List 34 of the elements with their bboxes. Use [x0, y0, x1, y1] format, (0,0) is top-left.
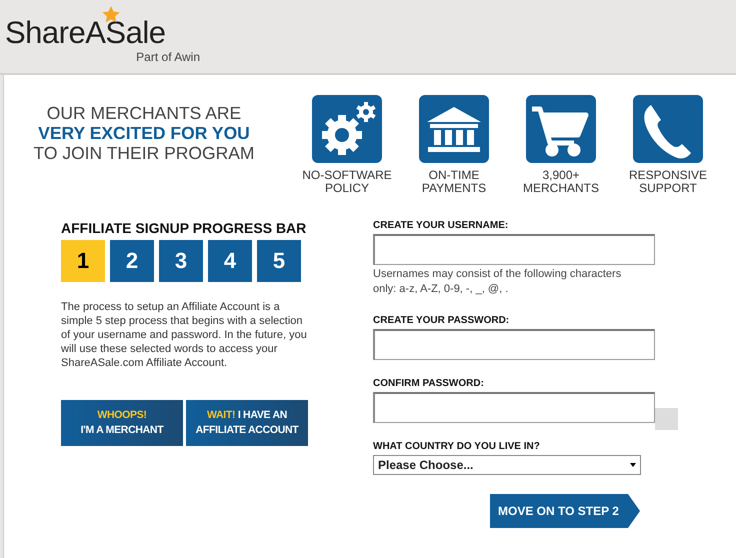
- logo: ShareASale: [5, 16, 166, 50]
- input-field[interactable]: [373, 392, 655, 423]
- field-label: WHAT COUNTRY DO YOU LIVE IN?: [373, 441, 541, 452]
- affiliate-account-button[interactable]: WAIT! I HAVE AN AFFILIATE ACCOUNT: [186, 400, 308, 446]
- progress-step: 4: [208, 240, 252, 282]
- progress-step: 1: [61, 240, 105, 282]
- input-field[interactable]: [373, 329, 655, 360]
- bank-icon: [419, 95, 489, 163]
- progress-title: AFFILIATE SIGNUP PROGRESS BAR: [61, 220, 308, 236]
- progress-step: 2: [110, 240, 154, 282]
- headline-text: OUR MERCHANTS ARE: [46, 103, 242, 123]
- merchant-button[interactable]: WHOOPS! I'M A MERCHANT: [61, 400, 183, 446]
- feature-label: 3,900+ MERCHANTS: [522, 169, 600, 195]
- help-text: Usernames may consist of the following characters only: a-z, A-Z, 0-9, -, _, @, .: [373, 267, 622, 297]
- progress-step: 3: [159, 240, 203, 282]
- field-label: CREATE YOUR USERNAME:: [373, 220, 510, 231]
- gears-icon: [312, 95, 382, 163]
- cart-icon: [526, 95, 596, 163]
- progress-step: 5: [257, 240, 301, 282]
- country-select[interactable]: Please Choose...: [373, 455, 641, 475]
- description: The process to setup an Affiliate Account is a simple 5 step process that begins with a selection of your username and password. In the future, you will use these selected words to access your ShareASale.com Affiliate Account.: [61, 300, 308, 370]
- tagline: Part of Awin: [136, 50, 200, 64]
- field-label: CREATE YOUR PASSWORD:: [373, 315, 510, 326]
- headline-text: TO JOIN THEIR PROGRAM: [32, 143, 256, 163]
- feature-label: NO-SOFTWARE POLICY: [302, 169, 392, 195]
- feature-label: RESPONSIVE SUPPORT: [628, 169, 708, 195]
- feature-label: ON-TIME PAYMENTS: [420, 169, 488, 195]
- headline-text: VERY EXCITED FOR YOU: [37, 123, 251, 143]
- next-step-button[interactable]: MOVE ON TO STEP 2: [490, 494, 640, 528]
- dropdown-caret-icon: [630, 463, 636, 467]
- input-field[interactable]: [373, 234, 655, 265]
- blank-tile: [655, 408, 678, 430]
- field-label: CONFIRM PASSWORD:: [373, 378, 485, 389]
- phone-icon: [633, 95, 703, 163]
